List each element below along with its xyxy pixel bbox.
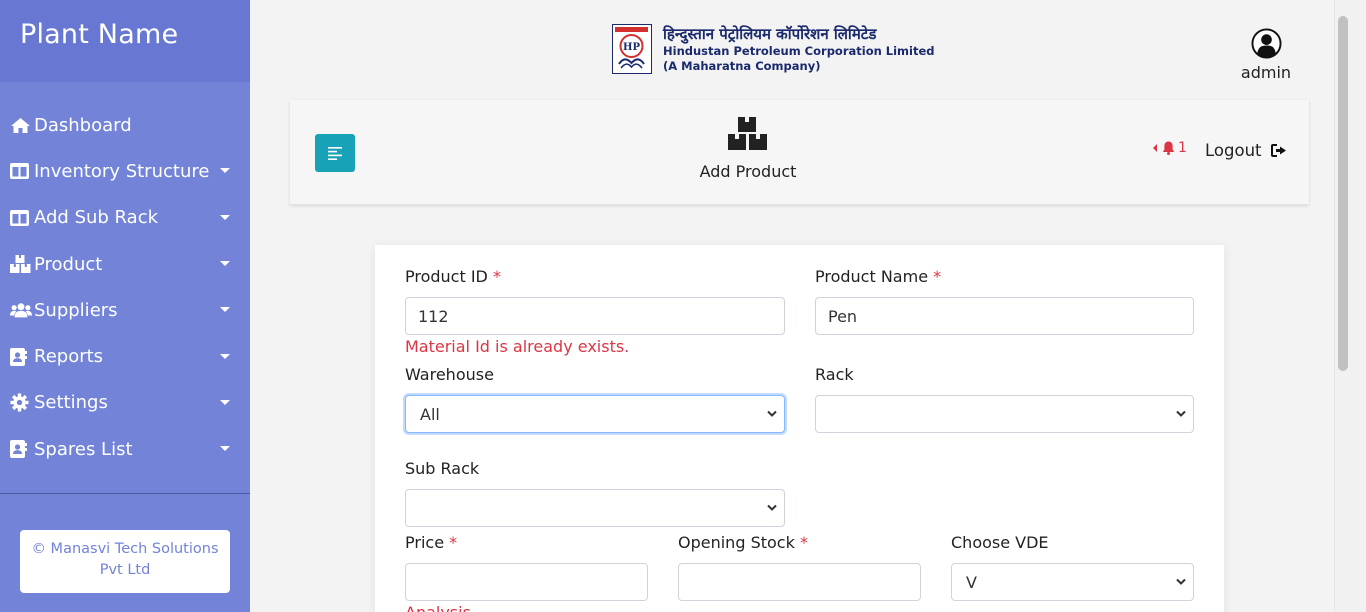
opening-stock-label: Opening Stock * xyxy=(678,533,808,552)
caret-down-icon xyxy=(220,214,230,220)
rack-label: Rack xyxy=(815,365,854,384)
sidebar-item-label: Suppliers xyxy=(34,299,118,321)
caret-down-icon xyxy=(220,446,230,452)
brand-title: Plant Name xyxy=(0,0,250,82)
chevron-down-icon xyxy=(767,410,777,417)
company-logo: HP हिन्दुस्तान पेट्रोलियम कॉर्पोरेशन लिम… xyxy=(612,24,935,76)
product-name-label: Product Name * xyxy=(815,267,942,286)
price-input[interactable] xyxy=(405,563,648,601)
sub-rack-label: Sub Rack xyxy=(405,459,480,478)
price-label: Price * xyxy=(405,533,458,552)
sidebar-divider xyxy=(0,493,250,494)
vde-label: Choose VDE xyxy=(951,533,1049,552)
caret-down-icon xyxy=(220,307,230,313)
sidebar-item-reports[interactable]: Reports xyxy=(0,333,250,379)
copyright-box: © Manasvi Tech Solutions Pvt Ltd xyxy=(20,530,230,593)
gear-icon xyxy=(10,393,32,412)
sub-rack-select[interactable] xyxy=(405,489,785,527)
sidebar-item-label: Add Sub Rack xyxy=(34,207,159,229)
sidebar-item-inventory-structure[interactable]: Inventory Structure xyxy=(0,148,250,194)
product-id-label: Product ID * xyxy=(405,267,501,286)
sidebar-item-settings[interactable]: Settings xyxy=(0,380,250,426)
hp-emblem-icon: HP xyxy=(612,24,652,74)
sidebar-item-label: Settings xyxy=(34,392,108,414)
sidebar-item-add-sub-rack[interactable]: Add Sub Rack xyxy=(0,195,250,241)
sidebar: Plant Name Dashboard Inventory Structure xyxy=(0,0,250,612)
user-avatar-icon xyxy=(1250,28,1282,59)
required-marker: * xyxy=(492,267,501,286)
logout-button[interactable]: Logout xyxy=(1205,141,1287,160)
logout-label: Logout xyxy=(1205,141,1262,160)
caret-down-icon xyxy=(220,353,230,359)
sidebar-item-label: Product xyxy=(34,253,103,275)
logo-tagline: (A Maharatna Company) xyxy=(663,59,821,73)
warehouse-label: Warehouse xyxy=(405,365,494,384)
columns-icon xyxy=(10,162,32,180)
app-page: Plant Name Dashboard Inventory Structure xyxy=(0,0,1366,612)
bell-icon xyxy=(1162,141,1175,155)
address-book-icon xyxy=(10,347,32,366)
product-id-error: Material Id is already exists. xyxy=(405,337,630,356)
user-profile[interactable]: admin xyxy=(1230,28,1302,82)
align-left-icon xyxy=(328,146,342,160)
page-toolbar: Add Product 1 Logout xyxy=(290,100,1309,205)
vde-selected-value: V xyxy=(966,572,977,592)
caret-down-icon xyxy=(220,168,230,174)
sidebar-item-spares-list[interactable]: Spares List xyxy=(0,426,250,472)
user-name: admin xyxy=(1240,63,1292,82)
logo-english-text: Hindustan Petroleum Corporation Limited xyxy=(663,44,935,58)
scrollbar-thumb[interactable] xyxy=(1338,16,1348,371)
address-book-icon xyxy=(10,440,32,459)
caret-down-icon xyxy=(220,261,230,267)
home-icon xyxy=(10,116,32,134)
required-marker: * xyxy=(933,267,942,286)
sidebar-item-label: Spares List xyxy=(34,438,133,460)
warehouse-selected-value: All xyxy=(420,404,440,424)
required-marker: * xyxy=(449,533,458,552)
notification-count: 1 xyxy=(1178,140,1187,156)
main-content: HP हिन्दुस्तान पेट्रोलियम कॉर्पोरेशन लिम… xyxy=(250,0,1350,612)
page-title: Add Product xyxy=(699,162,797,181)
vde-select[interactable]: V xyxy=(951,563,1194,601)
notification-bell[interactable]: 1 xyxy=(1153,140,1187,156)
rack-select[interactable] xyxy=(815,395,1194,433)
product-id-input[interactable] xyxy=(405,297,785,335)
columns-icon xyxy=(10,209,32,227)
warehouse-select[interactable]: All xyxy=(405,395,785,433)
page-scrollbar[interactable] xyxy=(1334,0,1350,612)
sidebar-item-label: Reports xyxy=(34,346,104,368)
caret-left-icon xyxy=(1153,144,1157,152)
chevron-down-icon xyxy=(1176,410,1186,417)
chevron-down-icon xyxy=(1176,578,1186,585)
product-name-input[interactable] xyxy=(815,297,1194,335)
price-error-partial: Analysis xyxy=(405,603,471,612)
sidebar-item-label: Dashboard xyxy=(34,114,132,136)
emblem-text: HP xyxy=(623,42,640,53)
users-icon xyxy=(10,301,32,319)
sidebar-item-label: Inventory Structure xyxy=(34,160,210,182)
logo-hindi-text: हिन्दुस्तान पेट्रोलियम कॉर्पोरेशन लिमिटे… xyxy=(663,25,877,43)
boxes-icon xyxy=(10,255,32,274)
chevron-down-icon xyxy=(767,504,777,511)
sidebar-item-suppliers[interactable]: Suppliers xyxy=(0,287,250,333)
boxes-icon xyxy=(728,117,767,150)
sidebar-nav: Dashboard Inventory Structure Add Sub Ra… xyxy=(0,102,250,472)
add-product-form: Product ID * Material Id is already exis… xyxy=(375,245,1224,612)
sidebar-item-dashboard[interactable]: Dashboard xyxy=(0,102,250,148)
sidebar-toggle-button[interactable] xyxy=(315,134,355,172)
caret-down-icon xyxy=(220,399,230,405)
sidebar-item-product[interactable]: Product xyxy=(0,241,250,287)
required-marker: * xyxy=(799,533,808,552)
opening-stock-input[interactable] xyxy=(678,563,921,601)
sign-out-icon xyxy=(1270,144,1286,157)
